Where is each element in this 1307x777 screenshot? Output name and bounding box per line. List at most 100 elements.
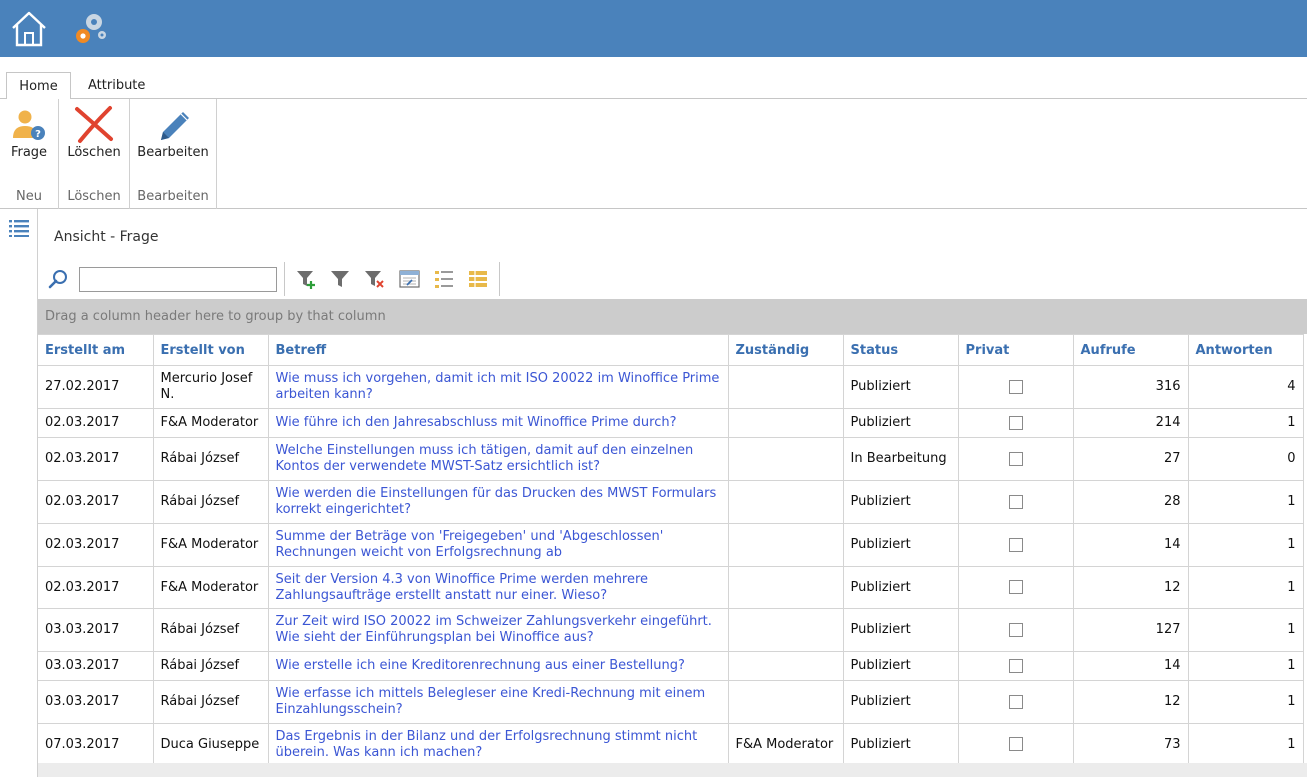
cell-author: F&A Moderator <box>153 408 269 438</box>
delete-button[interactable]: Löschen <box>59 99 129 181</box>
tab-home[interactable]: Home <box>6 72 71 100</box>
filter-icon[interactable] <box>328 268 352 290</box>
questions-grid: Erstellt am Erstellt von Betreff Zuständ… <box>38 334 1304 766</box>
cell-status: Publiziert <box>843 723 959 766</box>
cell-views: 14 <box>1073 651 1189 681</box>
table-row[interactable]: 03.03.2017 Rábai József Wie erstelle ich… <box>38 651 1304 681</box>
cell-subject-link[interactable]: Wie erstelle ich eine Kreditorenrechnung… <box>268 651 729 681</box>
cell-views: 12 <box>1073 680 1189 724</box>
cell-private <box>958 723 1074 766</box>
table-row[interactable]: 27.02.2017 Mercurio Josef N. Wie muss ic… <box>38 365 1304 409</box>
cell-date: 03.03.2017 <box>38 608 154 652</box>
edit-button[interactable]: Bearbeiten <box>130 99 216 181</box>
list-menu-icon[interactable] <box>9 219 29 237</box>
user-question-icon: ? <box>9 104 49 144</box>
table-row[interactable]: 02.03.2017 F&A Moderator Seit der Versio… <box>38 566 1304 609</box>
grid-toolbar <box>38 262 1307 298</box>
cell-assignee <box>728 566 844 609</box>
new-question-button[interactable]: ? Frage <box>0 99 58 181</box>
cell-answers: 1 <box>1188 680 1304 724</box>
cell-private <box>958 480 1074 524</box>
ribbon: ? Frage Neu Löschen Löschen Bearbeiten B… <box>0 99 1307 209</box>
cell-assignee <box>728 680 844 724</box>
private-checkbox[interactable] <box>1008 451 1023 466</box>
cell-author: Rábai József <box>153 608 269 652</box>
cell-date: 07.03.2017 <box>38 723 154 766</box>
grid-header-row: Erstellt am Erstellt von Betreff Zuständ… <box>38 334 1304 366</box>
cell-answers: 1 <box>1188 651 1304 681</box>
expand-groups-icon[interactable] <box>432 268 456 290</box>
svg-text:?: ? <box>35 129 41 140</box>
search-input[interactable] <box>79 267 277 292</box>
clear-filter-icon[interactable] <box>362 268 386 290</box>
ribbon-tabs: Home Attribute <box>0 70 1307 100</box>
toolbar-separator <box>499 262 500 296</box>
cell-subject-link[interactable]: Wie führe ich den Jahresabschluss mit Wi… <box>268 408 729 438</box>
private-checkbox[interactable] <box>1008 622 1023 637</box>
cell-answers: 1 <box>1188 480 1304 524</box>
cell-assignee <box>728 408 844 438</box>
cell-subject-link[interactable]: Das Ergebnis in der Bilanz und der Erfol… <box>268 723 729 766</box>
table-row[interactable]: 03.03.2017 Rábai József Wie erfasse ich … <box>38 680 1304 724</box>
cell-answers: 4 <box>1188 365 1304 409</box>
cell-subject-link[interactable]: Wie werden die Einstellungen für das Dru… <box>268 480 729 524</box>
private-checkbox[interactable] <box>1008 494 1023 509</box>
cell-assignee: F&A Moderator <box>728 723 844 766</box>
private-checkbox[interactable] <box>1008 415 1023 430</box>
column-header-status[interactable]: Status <box>843 334 959 366</box>
private-checkbox[interactable] <box>1008 658 1023 673</box>
cell-status: Publiziert <box>843 566 959 609</box>
cell-subject-link[interactable]: Wie erfasse ich mittels Belegleser eine … <box>268 680 729 724</box>
settings-gears-icon[interactable] <box>70 8 110 48</box>
private-checkbox[interactable] <box>1008 737 1023 751</box>
cell-assignee <box>728 651 844 681</box>
grid-footer <box>38 763 1307 777</box>
cell-answers: 1 <box>1188 608 1304 652</box>
table-row[interactable]: 03.03.2017 Rábai József Zur Zeit wird IS… <box>38 608 1304 652</box>
column-header-erstellt-von[interactable]: Erstellt von <box>153 334 269 366</box>
group-label-loeschen: Löschen <box>67 189 121 204</box>
tab-attribute[interactable]: Attribute <box>74 72 159 100</box>
ribbon-group-loeschen: Löschen Löschen <box>59 99 130 209</box>
column-header-zustaendig[interactable]: Zuständig <box>728 334 844 366</box>
cell-subject-link[interactable]: Welche Einstellungen muss ich tätigen, d… <box>268 437 729 481</box>
column-header-antworten[interactable]: Antworten <box>1188 334 1304 366</box>
cell-views: 28 <box>1073 480 1189 524</box>
private-checkbox[interactable] <box>1008 580 1023 594</box>
table-row[interactable]: 07.03.2017 Duca Giuseppe Das Ergebnis in… <box>38 723 1304 766</box>
cell-status: Publiziert <box>843 680 959 724</box>
group-by-panel[interactable]: Drag a column header here to group by th… <box>38 299 1307 334</box>
cell-views: 12 <box>1073 566 1189 609</box>
export-icon[interactable] <box>398 268 422 290</box>
cell-status: Publiziert <box>843 408 959 438</box>
side-strip <box>0 209 38 777</box>
cell-subject-link[interactable]: Wie muss ich vorgehen, damit ich mit ISO… <box>268 365 729 409</box>
private-checkbox[interactable] <box>1008 537 1023 552</box>
cell-author: Rábai József <box>153 480 269 524</box>
cell-views: 214 <box>1073 408 1189 438</box>
table-row[interactable]: 02.03.2017 F&A Moderator Wie führe ich d… <box>38 408 1304 438</box>
collapse-groups-icon[interactable] <box>466 268 490 290</box>
cell-assignee <box>728 523 844 567</box>
cell-author: F&A Moderator <box>153 566 269 609</box>
column-header-betreff[interactable]: Betreff <box>268 334 729 366</box>
column-header-aufrufe[interactable]: Aufrufe <box>1073 334 1189 366</box>
table-row[interactable]: 02.03.2017 F&A Moderator Summe der Beträ… <box>38 523 1304 567</box>
column-header-erstellt-am[interactable]: Erstellt am <box>38 334 154 366</box>
private-checkbox[interactable] <box>1008 694 1023 709</box>
cell-subject-link[interactable]: Seit der Version 4.3 von Winoffice Prime… <box>268 566 729 609</box>
add-filter-icon[interactable] <box>294 268 318 290</box>
column-header-privat[interactable]: Privat <box>958 334 1074 366</box>
table-row[interactable]: 02.03.2017 Rábai József Welche Einstellu… <box>38 437 1304 481</box>
top-bar <box>0 0 1307 57</box>
cell-answers: 1 <box>1188 723 1304 766</box>
cell-date: 02.03.2017 <box>38 566 154 609</box>
cell-status: Publiziert <box>843 651 959 681</box>
search-icon[interactable] <box>48 268 70 290</box>
cell-subject-link[interactable]: Summe der Beträge von 'Freigegeben' und … <box>268 523 729 567</box>
home-icon[interactable] <box>10 8 48 48</box>
cell-subject-link[interactable]: Zur Zeit wird ISO 20022 im Schweizer Zah… <box>268 608 729 652</box>
private-checkbox[interactable] <box>1008 379 1023 394</box>
cell-private <box>958 651 1074 681</box>
table-row[interactable]: 02.03.2017 Rábai József Wie werden die E… <box>38 480 1304 524</box>
